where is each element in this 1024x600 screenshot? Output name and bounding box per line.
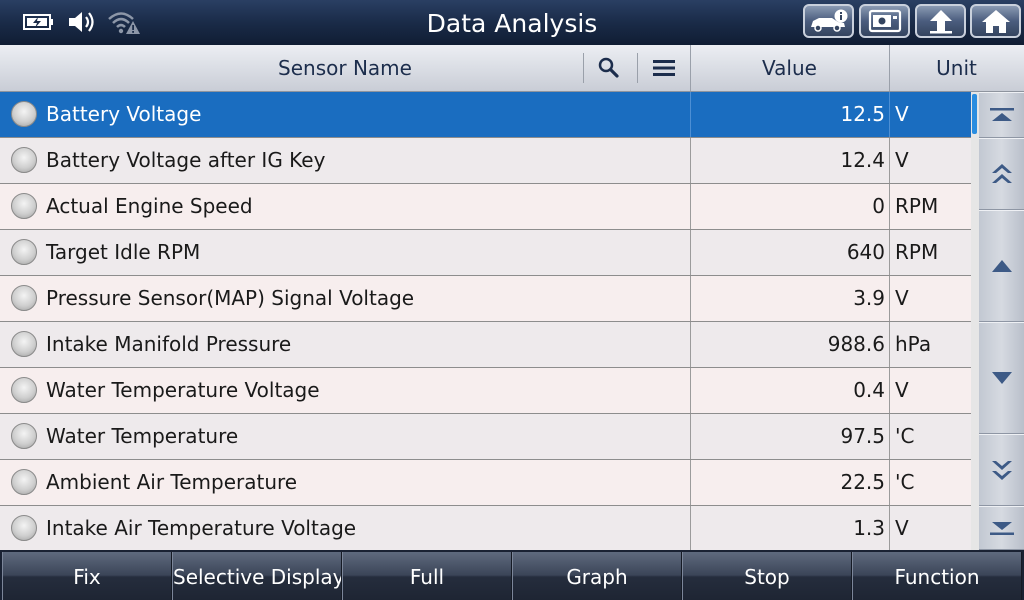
sensor-name: Target Idle RPM bbox=[46, 240, 201, 264]
page-up-button[interactable] bbox=[979, 138, 1024, 210]
page-up-icon bbox=[991, 164, 1012, 183]
sensor-value: 640 bbox=[690, 230, 885, 275]
sensor-value: 3.9 bbox=[690, 276, 885, 321]
table-row[interactable]: Intake Manifold Pressure 988.6 hPa bbox=[0, 322, 971, 368]
vehicle-info-button[interactable] bbox=[803, 4, 854, 38]
sensor-value: 0.4 bbox=[690, 368, 885, 413]
sensor-unit: V bbox=[889, 506, 971, 550]
function-button[interactable]: Function bbox=[852, 552, 1022, 600]
sensor-name: Battery Voltage after IG Key bbox=[46, 148, 326, 172]
sensor-value: 22.5 bbox=[690, 460, 885, 505]
page-down-icon bbox=[991, 461, 1012, 480]
sensor-unit: V bbox=[889, 92, 971, 137]
row-select-radio[interactable] bbox=[11, 515, 37, 541]
scroll-top-button[interactable] bbox=[979, 92, 1024, 138]
table-row[interactable]: Battery Voltage 12.5 V bbox=[0, 92, 971, 138]
stop-button[interactable]: Stop bbox=[682, 552, 852, 600]
sensor-name-header[interactable]: Sensor Name bbox=[0, 45, 690, 91]
selective-display-button[interactable]: Selective Display bbox=[172, 552, 342, 600]
sensor-value: 97.5 bbox=[690, 414, 885, 459]
home-icon bbox=[981, 10, 1010, 33]
sensor-name: Actual Engine Speed bbox=[46, 194, 253, 218]
back-icon bbox=[929, 10, 952, 34]
row-select-radio[interactable] bbox=[11, 101, 37, 127]
sensor-name: Water Temperature bbox=[46, 424, 239, 448]
graph-button[interactable]: Graph bbox=[512, 552, 682, 600]
vehicle-info-icon bbox=[810, 9, 847, 32]
table-row[interactable]: Target Idle RPM 640 RPM bbox=[0, 230, 971, 276]
row-select-radio[interactable] bbox=[11, 423, 37, 449]
title-bar: Data Analysis bbox=[0, 0, 1024, 45]
sensor-unit: RPM bbox=[889, 184, 971, 229]
scrollbar-thumb[interactable] bbox=[972, 94, 977, 134]
full-button[interactable]: Full bbox=[342, 552, 512, 600]
row-select-radio[interactable] bbox=[11, 285, 37, 311]
row-select-radio[interactable] bbox=[11, 239, 37, 265]
screen-capture-icon bbox=[868, 9, 901, 33]
home-button[interactable] bbox=[970, 4, 1021, 38]
line-down-button[interactable] bbox=[979, 322, 1024, 434]
fix-button[interactable]: Fix bbox=[2, 552, 172, 600]
table-row[interactable]: Battery Voltage after IG Key 12.4 V bbox=[0, 138, 971, 184]
table-row[interactable]: Actual Engine Speed 0 RPM bbox=[0, 184, 971, 230]
screen-capture-button[interactable] bbox=[859, 4, 910, 38]
sensor-list: Battery Voltage 12.5 V Battery Voltage afte… bbox=[0, 92, 971, 550]
bottom-toolbar: Fix Selective Display Full Graph Stop Fu… bbox=[0, 550, 1024, 600]
sensor-value: 12.5 bbox=[690, 92, 885, 137]
sensor-unit: hPa bbox=[889, 322, 971, 367]
sensor-name: Pressure Sensor(MAP) Signal Voltage bbox=[46, 286, 415, 310]
table-row[interactable]: Ambient Air Temperature 22.5 'C bbox=[0, 460, 971, 506]
sensor-name: Intake Manifold Pressure bbox=[46, 332, 292, 356]
header-divider bbox=[583, 53, 584, 83]
sensor-unit: 'C bbox=[889, 460, 971, 505]
sensor-unit: V bbox=[889, 276, 971, 321]
scroll-buttons bbox=[979, 92, 1024, 550]
row-select-radio[interactable] bbox=[11, 377, 37, 403]
value-header[interactable]: Value bbox=[690, 45, 889, 91]
sensor-value: 988.6 bbox=[690, 322, 885, 367]
unit-header[interactable]: Unit bbox=[889, 45, 1024, 91]
sensor-value: 1.3 bbox=[690, 506, 885, 550]
line-up-icon bbox=[991, 260, 1012, 272]
page-down-button[interactable] bbox=[979, 434, 1024, 506]
sensor-value: 0 bbox=[690, 184, 885, 229]
sensor-value: 12.4 bbox=[690, 138, 885, 183]
table-row[interactable]: Water Temperature 97.5 'C bbox=[0, 414, 971, 460]
table-row[interactable]: Water Temperature Voltage 0.4 V bbox=[0, 368, 971, 414]
table-row[interactable]: Intake Air Temperature Voltage 1.3 V bbox=[0, 506, 971, 550]
menu-icon[interactable] bbox=[653, 59, 675, 77]
row-select-radio[interactable] bbox=[11, 193, 37, 219]
sensor-unit: V bbox=[889, 368, 971, 413]
sensor-name: Ambient Air Temperature bbox=[46, 470, 298, 494]
sensor-name: Battery Voltage bbox=[46, 102, 202, 126]
line-up-button[interactable] bbox=[979, 210, 1024, 322]
scroll-top-icon bbox=[989, 108, 1014, 121]
table-row[interactable]: Pressure Sensor(MAP) Signal Voltage 3.9 V bbox=[0, 276, 971, 322]
back-button[interactable] bbox=[915, 4, 966, 38]
scrollbar[interactable] bbox=[971, 92, 979, 550]
row-select-radio[interactable] bbox=[11, 469, 37, 495]
sensor-unit: V bbox=[889, 138, 971, 183]
header-divider bbox=[637, 53, 638, 83]
sensor-name: Water Temperature Voltage bbox=[46, 378, 320, 402]
table-header: Sensor Name Value Unit bbox=[0, 45, 1024, 92]
row-select-radio[interactable] bbox=[11, 147, 37, 173]
search-icon[interactable] bbox=[598, 57, 620, 79]
scroll-bottom-icon bbox=[989, 522, 1014, 535]
row-select-radio[interactable] bbox=[11, 331, 37, 357]
sensor-name: Intake Air Temperature Voltage bbox=[46, 516, 357, 540]
scroll-bottom-button[interactable] bbox=[979, 506, 1024, 550]
sensor-unit: RPM bbox=[889, 230, 971, 275]
sensor-unit: 'C bbox=[889, 414, 971, 459]
line-down-icon bbox=[991, 372, 1012, 384]
